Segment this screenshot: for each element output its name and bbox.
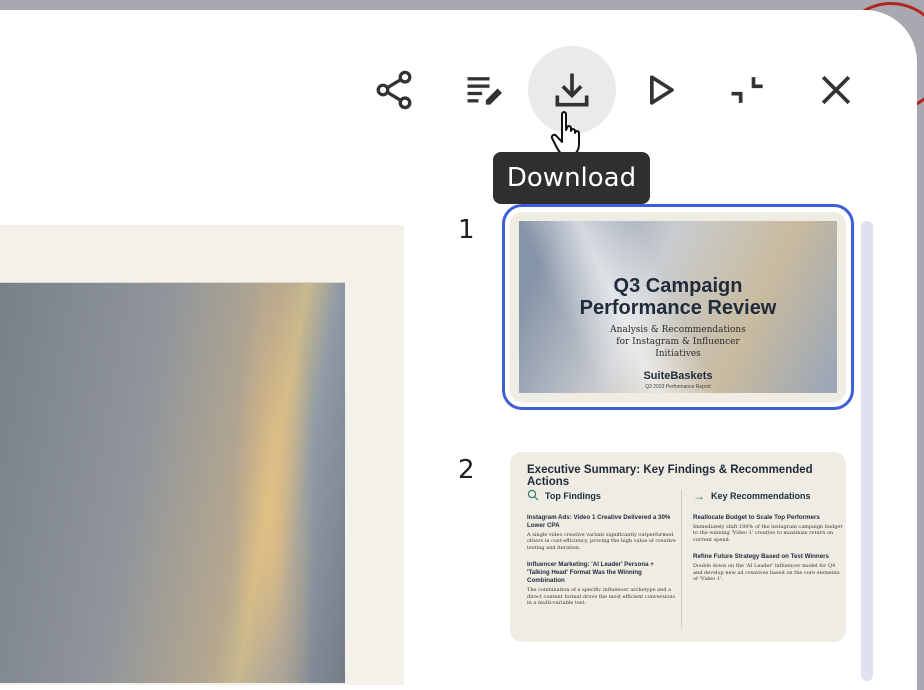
arrow-right-icon: → — [693, 489, 705, 503]
slide-1-brand-subtitle: Q3 2023 Performance Report — [645, 384, 711, 390]
thumbnail-scrollbar[interactable] — [861, 221, 873, 681]
slide-2-findings-column: Top Findings Instagram Ads: Video 1 Crea… — [527, 488, 677, 606]
main-slide-canvas[interactable] — [0, 225, 404, 685]
recommendation-title: Refine Future Strategy Based on Test Win… — [693, 553, 829, 561]
exit-fullscreen-icon — [731, 77, 763, 103]
slides-viewer-panel: Download 1 Q3 Campaign Performance Revie… — [0, 10, 917, 690]
slide-2-column-divider — [681, 490, 682, 628]
recommendation-body: Immediately shift 100% of the instagram … — [693, 524, 843, 543]
share-icon — [376, 70, 412, 110]
finding-body: The combination of a specific influencer… — [527, 587, 676, 607]
slide-1-background-image: Q3 Campaign Performance Review Analysis … — [519, 221, 837, 393]
slide-thumbnail-1[interactable]: Q3 Campaign Performance Review Analysis … — [502, 204, 854, 410]
speaker-notes-button[interactable] — [440, 46, 528, 134]
close-button[interactable] — [792, 46, 880, 134]
recommendation-title: Reallocate Budget to Scale Top Performer… — [693, 514, 820, 521]
slide-number: 1 — [458, 215, 475, 245]
share-button[interactable] — [350, 46, 438, 134]
finding-body: A single video creative variant signific… — [527, 532, 676, 551]
slide-1-title: Q3 Campaign Performance Review — [579, 275, 777, 319]
magnifier-icon — [527, 489, 539, 504]
slide-2-right-heading: Key Recommendations — [711, 491, 811, 501]
main-slide-background-image — [0, 282, 345, 683]
slide-2-left-heading: Top Findings — [545, 491, 601, 501]
present-button[interactable] — [617, 46, 705, 134]
close-icon — [821, 75, 851, 105]
finding-title: Influencer Marketing: 'AI Leader' Person… — [527, 561, 654, 585]
play-icon — [650, 75, 674, 105]
download-icon — [555, 73, 589, 107]
slide-number: 2 — [458, 455, 475, 485]
slide-1-brand: SuiteBaskets — [643, 370, 713, 382]
speaker-notes-edit-icon — [467, 77, 502, 105]
slide-2-title: Executive Summary: Key Findings & Recomm… — [527, 464, 813, 488]
slide-thumbnail-2[interactable]: Executive Summary: Key Findings & Recomm… — [510, 452, 846, 642]
finding-title: Instagram Ads: Video 1 Creative Delivere… — [527, 514, 671, 529]
download-tooltip: Download — [493, 152, 650, 204]
recommendation-body: Double down on the 'AI Leader' influence… — [693, 563, 840, 583]
exit-fullscreen-button[interactable] — [704, 46, 792, 134]
slide-2-recommendations-column: → Key Recommendations Reallocate Budget … — [693, 488, 843, 582]
slide-1-subtitle: Analysis & Recommendations for Instagram… — [610, 325, 746, 359]
